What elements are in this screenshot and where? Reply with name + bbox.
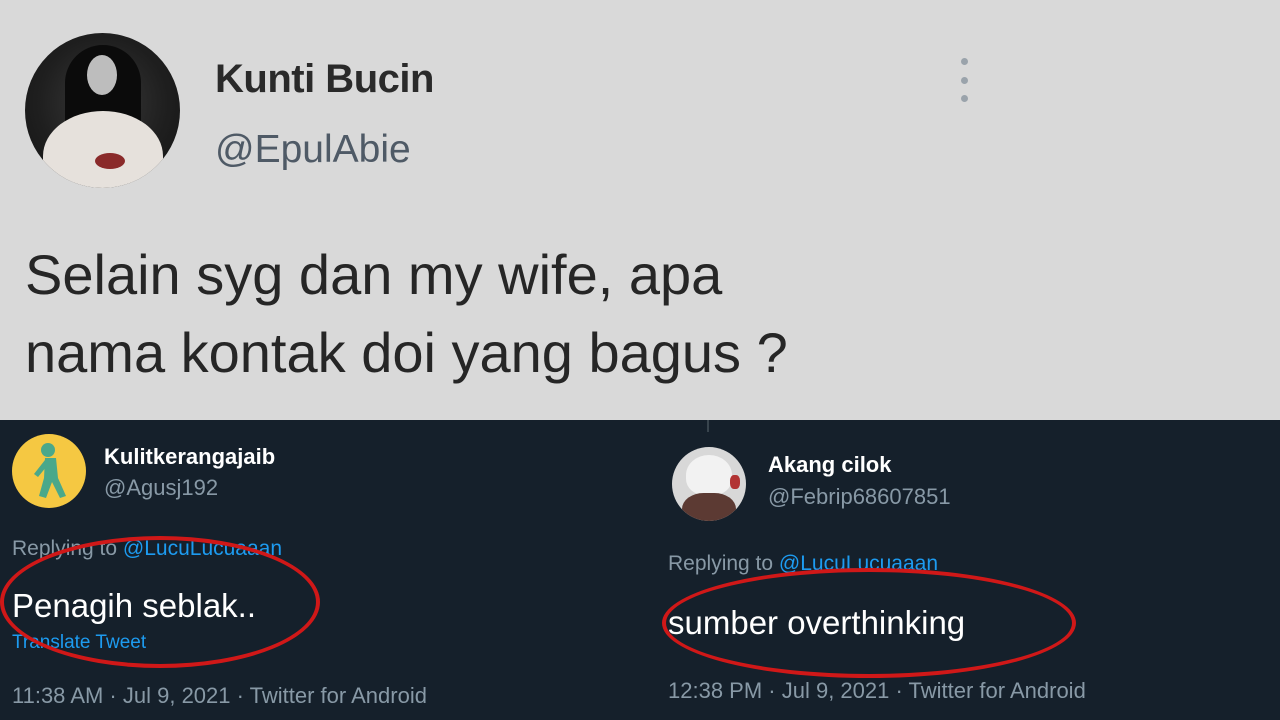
- replying-to-label: Replying to: [668, 552, 779, 575]
- reply-author-handle[interactable]: @Agusj192: [104, 475, 218, 501]
- reply-avatar[interactable]: [672, 447, 746, 521]
- more-dot: [960, 95, 968, 102]
- avatar-coat-shape: [682, 493, 736, 521]
- main-tweet-text: Selain syg dan my wife, apa nama kontak …: [25, 236, 1125, 392]
- avatar-hair-shape: [686, 455, 732, 495]
- highlight-circle: [0, 536, 320, 668]
- reply-avatar[interactable]: [12, 434, 86, 508]
- avatar-stain-shape: [95, 153, 125, 169]
- main-tweet-text-line-1: Selain syg dan my wife, apa: [25, 243, 723, 306]
- reply-meta: 12:38 PM · Jul 9, 2021 · Twitter for And…: [668, 678, 1086, 703]
- reply-card: Kulitkerangajaib @Agusj192 Replying to @…: [0, 420, 640, 720]
- more-dot: [960, 58, 968, 65]
- more-dot: [960, 76, 968, 84]
- avatar-face-shape: [87, 55, 117, 95]
- main-tweet-author-name[interactable]: Kunti Bucin: [215, 57, 434, 102]
- reply-author-name[interactable]: Akang cilok: [768, 452, 891, 478]
- reply-author-name[interactable]: Kulitkerangajaib: [104, 444, 275, 470]
- main-tweet: Kunti Bucin @EpulAbie Selain syg dan my …: [0, 0, 1280, 420]
- more-vertical-icon[interactable]: [955, 58, 973, 102]
- main-tweet-text-line-2: nama kontak doi yang bagus ?: [25, 321, 788, 384]
- main-tweet-author-handle[interactable]: @EpulAbie: [215, 128, 411, 172]
- avatar-accent-shape: [730, 475, 740, 489]
- walking-figure-icon: [34, 443, 66, 498]
- main-tweet-avatar[interactable]: [25, 33, 180, 188]
- highlight-circle: [662, 568, 1076, 678]
- avatar-dress-shape: [43, 111, 163, 188]
- reply-author-handle[interactable]: @Febrip68607851: [768, 484, 951, 510]
- reply-card: Akang cilok @Febrip68607851 Replying to …: [640, 420, 1280, 720]
- reply-meta: 11:38 AM · Jul 9, 2021 · Twitter for And…: [12, 683, 427, 708]
